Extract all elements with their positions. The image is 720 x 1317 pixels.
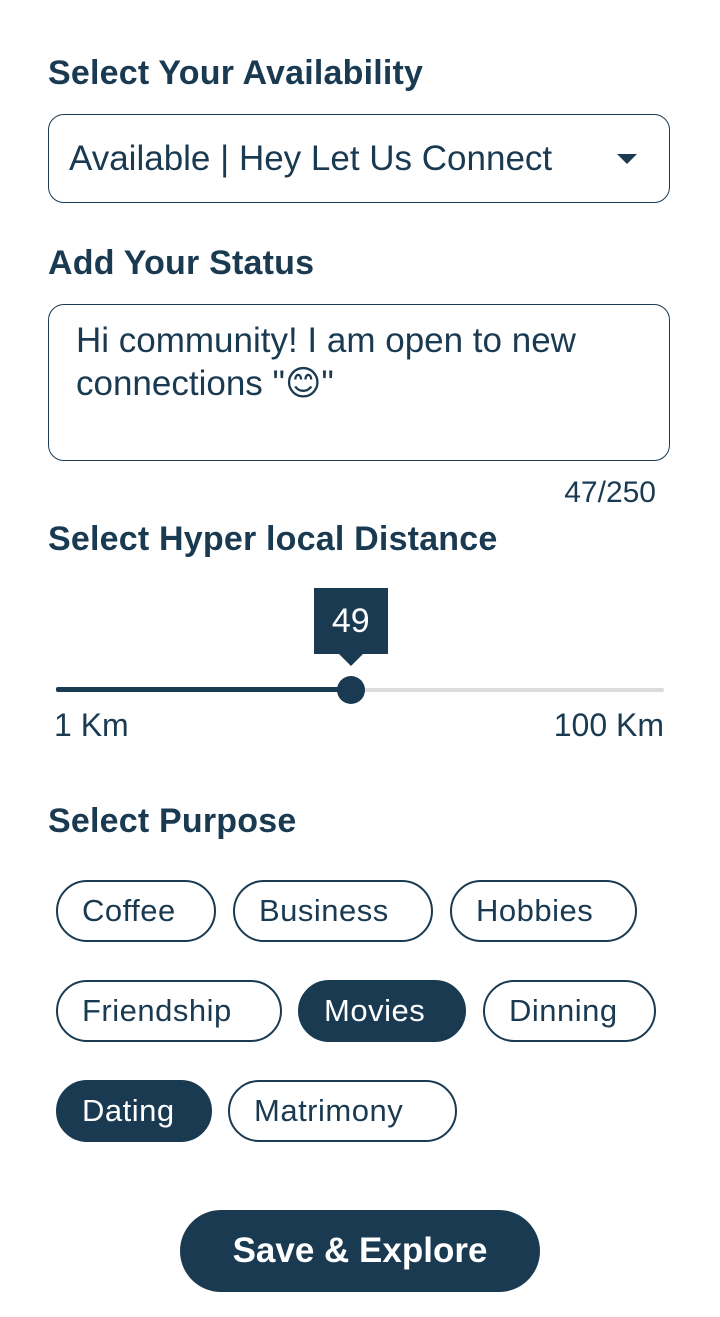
distance-section-title: Select Hyper local Distance bbox=[48, 520, 498, 558]
slider-thumb[interactable] bbox=[336, 676, 365, 704]
distance-max-label: 100 Km bbox=[553, 707, 664, 743]
slider-value-bubble: 49 bbox=[313, 588, 388, 666]
availability-section-title: Select Your Availability bbox=[48, 54, 424, 92]
purpose-chip-movies[interactable]: Movies bbox=[298, 980, 466, 1042]
status-character-counter: 47/250 bbox=[564, 476, 656, 509]
save-explore-button[interactable]: Save & Explore bbox=[180, 1210, 540, 1292]
purpose-chip-hobbies[interactable]: Hobbies bbox=[450, 880, 637, 942]
status-section-title: Add Your Status bbox=[48, 244, 315, 282]
dropdown-arrow-icon bbox=[617, 154, 637, 164]
purpose-chip-matrimony[interactable]: Matrimony bbox=[228, 1080, 457, 1142]
purpose-chip-business[interactable]: Business bbox=[233, 880, 433, 942]
purpose-chip-dating[interactable]: Dating bbox=[56, 1080, 212, 1142]
purpose-chip-dinning[interactable]: Dinning bbox=[483, 980, 656, 1042]
purpose-chip-friendship[interactable]: Friendship bbox=[56, 980, 282, 1042]
availability-dropdown[interactable]: Available | Hey Let Us Connect bbox=[48, 114, 670, 203]
status-input[interactable]: Hi community! I am open to new connectio… bbox=[48, 304, 670, 461]
distance-min-label: 1 Km bbox=[54, 707, 129, 743]
status-text: Hi community! I am open to new connectio… bbox=[76, 321, 576, 403]
slider-fill bbox=[56, 687, 351, 692]
availability-selected-value: Available | Hey Let Us Connect bbox=[69, 139, 553, 178]
purpose-section-title: Select Purpose bbox=[48, 802, 297, 840]
purpose-chip-coffee[interactable]: Coffee bbox=[56, 880, 216, 942]
